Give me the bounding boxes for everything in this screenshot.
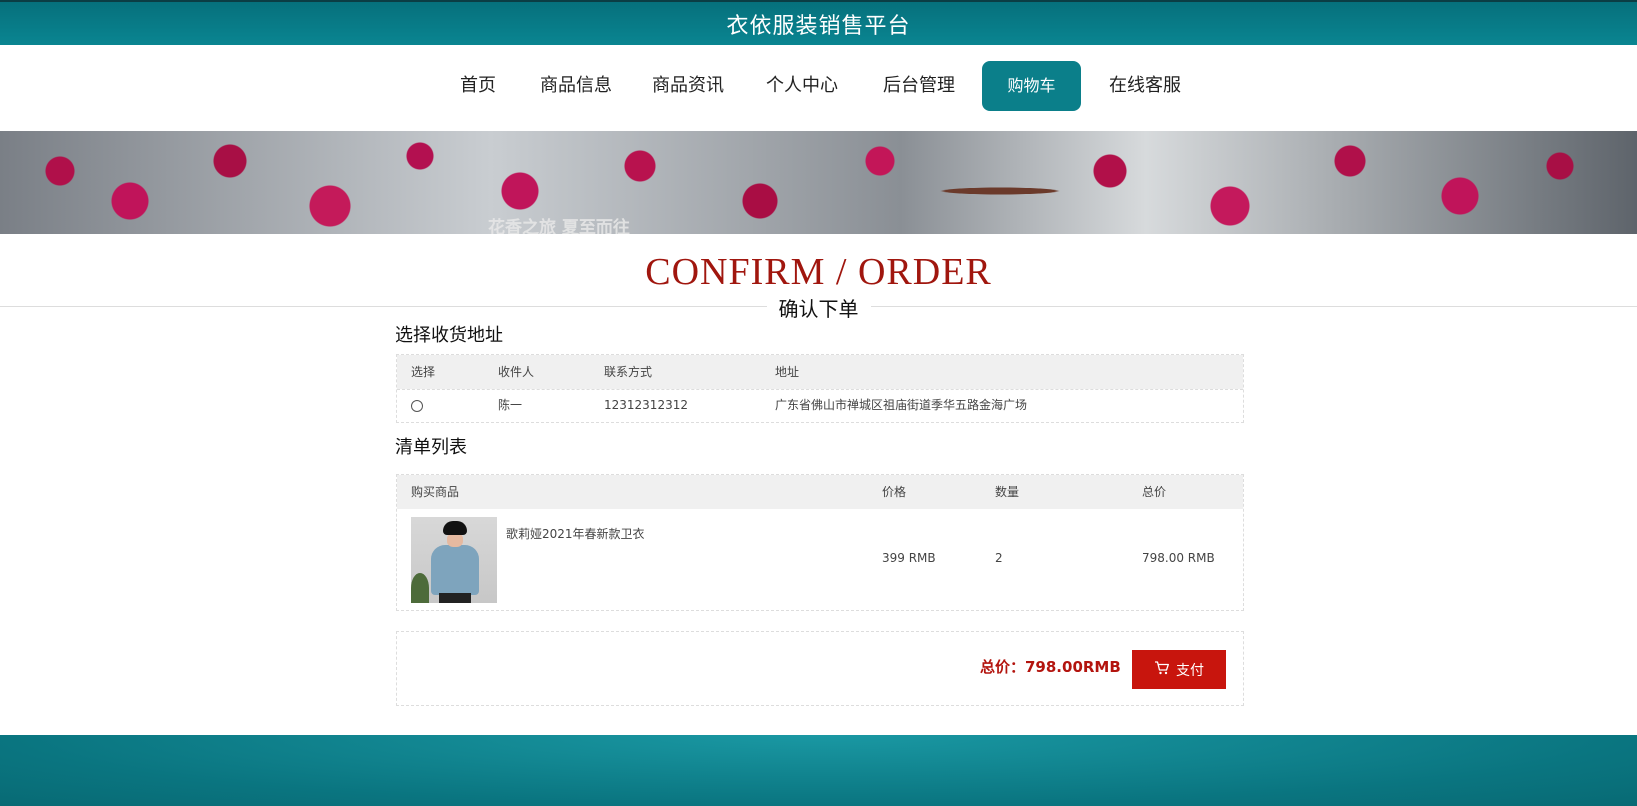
nav-item-products[interactable]: 商品信息 — [536, 61, 616, 111]
list-section-title: 清单列表 — [395, 437, 467, 458]
col-total: 总价 — [1142, 485, 1167, 499]
order-total: 总价：798.00RMB — [980, 658, 1121, 676]
banner-caption: 花香之旅 夏至而往 — [488, 218, 630, 234]
address-radio-wrap — [411, 390, 423, 421]
nav-item-service[interactable]: 在线客服 — [1102, 61, 1188, 111]
order-list-header: 购买商品 价格 数量 总价 — [397, 475, 1243, 509]
address-section-title: 选择收货地址 — [395, 325, 503, 346]
main-nav: 首页 商品信息 商品资讯 个人中心 后台管理 购物车 在线客服 — [0, 45, 1637, 131]
site-footer — [0, 735, 1637, 806]
address-table-header: 选择 收件人 联系方式 地址 — [397, 355, 1243, 389]
col-phone: 联系方式 — [604, 365, 653, 379]
nav-item-home[interactable]: 首页 — [452, 61, 504, 111]
cart-icon — [1154, 660, 1170, 679]
page-heading-cn: 确认下单 — [766, 297, 871, 321]
recipient-name: 陈一 — [498, 398, 523, 412]
pay-button[interactable]: 支付 — [1132, 650, 1226, 689]
site-title: 衣依服装销售平台 — [726, 13, 911, 39]
product-quantity: 2 — [995, 551, 1003, 565]
site-header: 衣依服装销售平台 — [0, 0, 1637, 45]
banner-image: 花香之旅 夏至而往 — [0, 131, 1637, 234]
product-total: 798.00 RMB — [1142, 551, 1215, 565]
product-name[interactable]: 歌莉娅2021年春新款卫衣 — [506, 525, 645, 542]
product-thumbnail[interactable] — [411, 517, 497, 603]
col-price: 价格 — [882, 485, 907, 499]
page-heading-en: CONFIRM / ORDER — [645, 251, 992, 293]
col-address: 地址 — [775, 365, 800, 379]
nav-item-profile[interactable]: 个人中心 — [762, 61, 842, 111]
nav-item-admin[interactable]: 后台管理 — [876, 61, 962, 111]
col-recipient: 收件人 — [498, 365, 535, 379]
col-select: 选择 — [411, 365, 436, 379]
col-quantity: 数量 — [995, 485, 1020, 499]
order-list-table: 购买商品 价格 数量 总价 歌莉娅2021年春新款卫衣 399 RMB 2 79… — [396, 474, 1244, 611]
nav-item-cart[interactable]: 购物车 — [982, 61, 1081, 111]
pay-label: 支付 — [1176, 662, 1204, 679]
order-item-row: 歌莉娅2021年春新款卫衣 399 RMB 2 798.00 RMB — [397, 509, 1243, 610]
checkout-box: 总价：798.00RMB 支付 — [396, 631, 1244, 706]
recipient-phone: 12312312312 — [604, 398, 688, 412]
address-radio[interactable] — [411, 399, 423, 412]
address-table: 选择 收件人 联系方式 地址 陈一 12312312312 广东省佛山市禅城区祖… — [396, 354, 1244, 423]
nav-item-news[interactable]: 商品资讯 — [648, 61, 728, 111]
product-price: 399 RMB — [882, 551, 936, 565]
recipient-address: 广东省佛山市禅城区祖庙街道季华五路金海广场 — [775, 398, 1028, 412]
address-row: 陈一 12312312312 广东省佛山市禅城区祖庙街道季华五路金海广场 — [397, 389, 1243, 422]
page-heading-cn-wrap: 确认下单 — [0, 293, 1637, 322]
col-product: 购买商品 — [411, 485, 460, 499]
